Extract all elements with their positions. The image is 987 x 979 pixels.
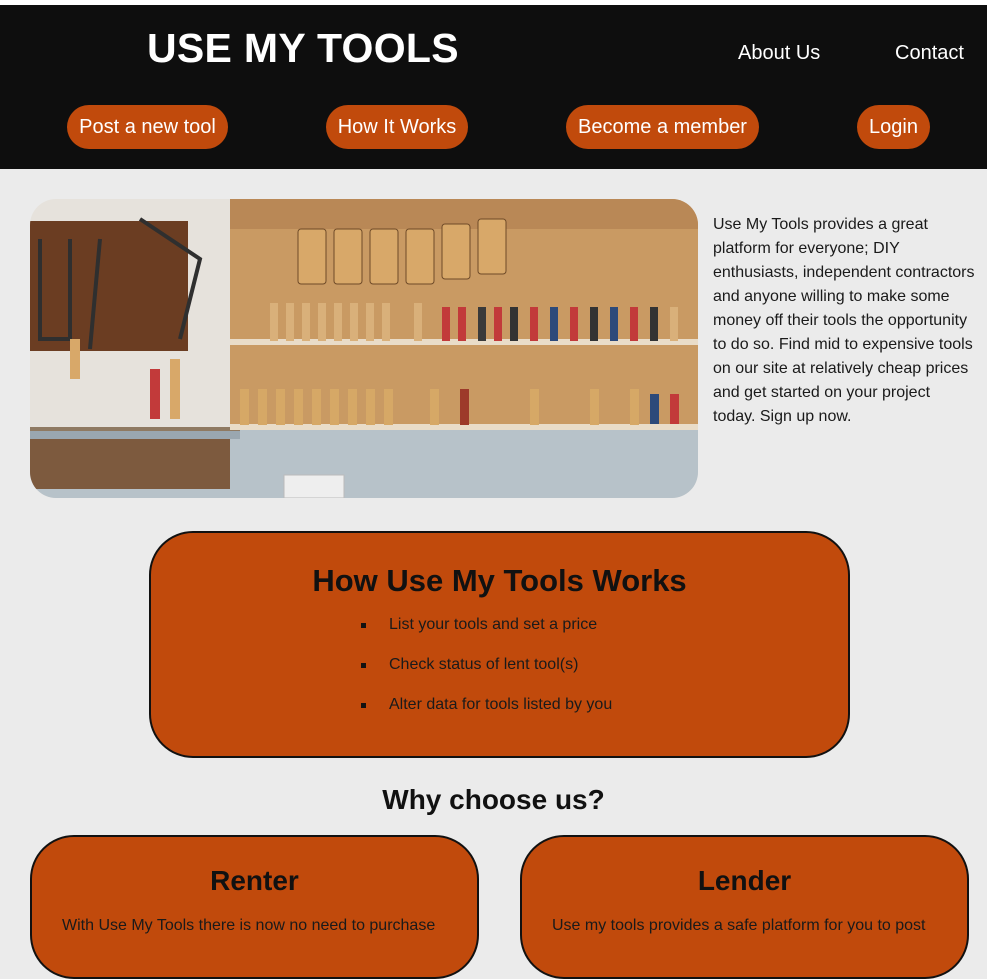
- contact-link[interactable]: Contact: [895, 42, 964, 65]
- why-choose-us-title: Why choose us?: [382, 784, 605, 815]
- how-it-works-card: How Use My Tools Works List your tools a…: [149, 531, 850, 758]
- list-item: Check status of lent tool(s): [361, 655, 612, 695]
- become-member-button[interactable]: Become a member: [566, 105, 759, 149]
- intro-text: Use My Tools provides a great platform f…: [713, 216, 975, 425]
- list-item-text: Alter data for tools listed by you: [389, 696, 613, 713]
- renter-card-title: Renter: [210, 865, 299, 896]
- tool-wall-image: [30, 199, 698, 498]
- renter-card: Renter With Use My Tools there is now no…: [30, 835, 479, 979]
- lender-card: Lender Use my tools provides a safe plat…: [520, 835, 969, 979]
- lender-card-title: Lender: [697, 865, 792, 896]
- about-us-link[interactable]: About Us: [738, 42, 820, 65]
- site-logo[interactable]: USE MY TOOLS: [147, 25, 459, 72]
- site-header: USE MY TOOLS About Us Contact Post a new…: [0, 5, 987, 169]
- how-it-works-title: How Use My Tools Works: [312, 563, 687, 598]
- bullet-icon: [361, 703, 366, 708]
- how-it-works-button[interactable]: How It Works: [326, 105, 468, 149]
- bullet-icon: [361, 623, 366, 628]
- bullet-icon: [361, 663, 366, 668]
- list-item-text: List your tools and set a price: [389, 616, 598, 633]
- how-it-works-list: List your tools and set a price Check st…: [361, 615, 612, 735]
- lender-card-text: Use my tools provides a safe platform fo…: [552, 917, 926, 934]
- list-item-text: Check status of lent tool(s): [389, 656, 579, 673]
- post-new-tool-button[interactable]: Post a new tool: [67, 105, 228, 149]
- renter-card-text: With Use My Tools there is now no need t…: [62, 917, 436, 934]
- list-item: List your tools and set a price: [361, 615, 612, 655]
- login-button[interactable]: Login: [857, 105, 930, 149]
- list-item: Alter data for tools listed by you: [361, 695, 612, 735]
